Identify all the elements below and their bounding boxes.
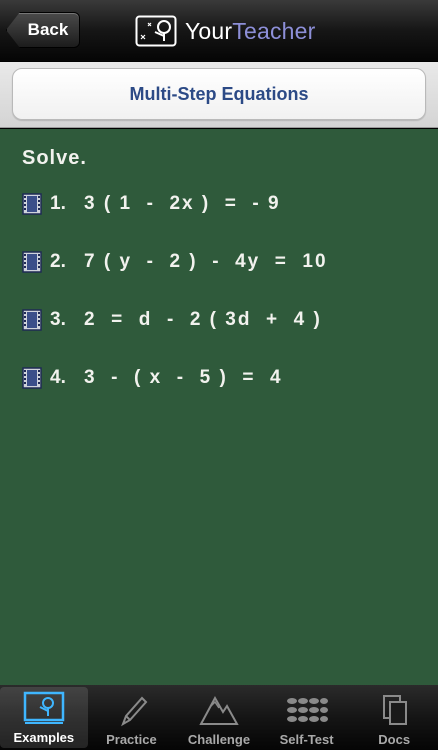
problem-number: 2. xyxy=(50,251,66,272)
problem-number: 3. xyxy=(50,309,66,330)
problem-item[interactable]: 2. 7 ( y - 2 ) - 4y = 10 xyxy=(22,247,328,277)
problem-item[interactable]: 4. 3 - ( x - 5 ) = 4 xyxy=(22,363,283,393)
tab-label: Challenge xyxy=(187,732,251,747)
tab-label: Examples xyxy=(13,730,75,745)
tab-challenge[interactable]: Challenge xyxy=(175,685,263,750)
film-icon[interactable] xyxy=(22,309,42,331)
brand-name-part1: Your xyxy=(185,17,233,44)
tab-label: Docs xyxy=(378,732,411,747)
film-icon[interactable] xyxy=(22,367,42,389)
tab-examples[interactable]: Examples xyxy=(0,687,88,748)
title-area: Multi-Step Equations xyxy=(0,62,438,128)
yourteacher-logo-icon xyxy=(135,15,177,47)
film-icon[interactable] xyxy=(22,193,42,215)
film-icon[interactable] xyxy=(22,251,42,273)
page-title: Multi-Step Equations xyxy=(12,68,426,120)
navigation-bar: Back YourTeacher xyxy=(0,0,438,62)
brand-name: YourTeacher xyxy=(185,18,316,45)
pencil-icon xyxy=(121,696,148,727)
chalkboard: Solve. 1. 3 ( 1 - 2x ) = - 9 2. 7 ( y - … xyxy=(0,129,438,685)
problem-equation: 2 = d - 2 ( 3d + 4 ) xyxy=(84,309,322,330)
problem-equation: 3 ( 1 - 2x ) = - 9 xyxy=(84,193,281,214)
documents-icon xyxy=(383,695,408,725)
back-button-label: Back xyxy=(27,20,69,39)
problem-item[interactable]: 1. 3 ( 1 - 2x ) = - 9 xyxy=(22,189,281,219)
problem-number: 4. xyxy=(50,367,66,388)
tab-self-test[interactable]: Self-Test xyxy=(263,685,351,750)
whiteboard-icon xyxy=(23,691,65,724)
problem-equation: 3 - ( x - 5 ) = 4 xyxy=(84,367,283,388)
tab-docs[interactable]: Docs xyxy=(350,685,438,750)
keypad-icon xyxy=(286,698,328,722)
board-heading: Solve. xyxy=(22,147,87,169)
mountain-icon xyxy=(199,695,239,725)
tab-practice[interactable]: Practice xyxy=(88,685,176,750)
problem-number: 1. xyxy=(50,193,66,214)
problem-item[interactable]: 3. 2 = d - 2 ( 3d + 4 ) xyxy=(22,305,322,335)
brand: YourTeacher xyxy=(135,14,316,48)
problem-equation: 7 ( y - 2 ) - 4y = 10 xyxy=(84,251,328,272)
tab-label: Self-Test xyxy=(279,732,334,747)
brand-name-part2: Teacher xyxy=(232,17,316,44)
back-button[interactable]: Back xyxy=(6,12,80,48)
tab-bar: Examples Practice Challenge Self-Test Do… xyxy=(0,685,438,750)
tab-label: Practice xyxy=(106,732,157,747)
